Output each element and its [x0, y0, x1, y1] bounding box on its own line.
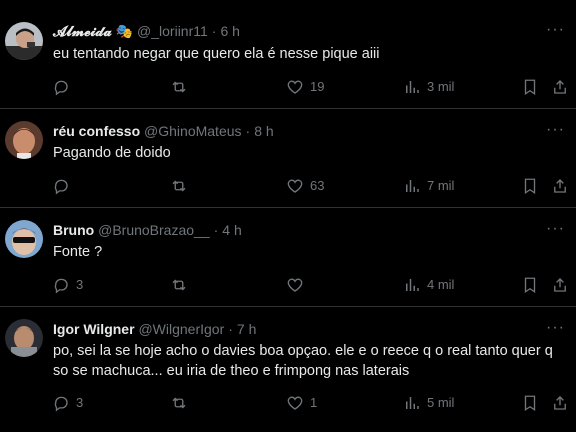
analytics-icon: [406, 180, 419, 192]
timestamp[interactable]: 6 h: [220, 23, 239, 39]
reply-button[interactable]: 3: [52, 393, 83, 413]
author-handle[interactable]: @WilgnerIgor: [138, 321, 224, 337]
retweet-icon: [172, 397, 186, 409]
views-count: 3 mil: [427, 79, 455, 94]
heart-icon: [287, 179, 303, 193]
reply-button[interactable]: [52, 176, 76, 196]
analytics-icon: [406, 397, 419, 409]
bookmark-icon: [524, 79, 536, 96]
like-count: 1: [310, 395, 318, 410]
views-count: 4 mil: [427, 277, 455, 292]
bookmark-button[interactable]: [521, 393, 539, 413]
author-name[interactable]: 𝓐𝓵𝓶𝓮𝓲𝓭𝓪 🎭: [53, 23, 133, 39]
bookmark-button[interactable]: [521, 176, 539, 196]
reply-icon: [54, 179, 68, 195]
analytics-icon: [406, 279, 419, 291]
views-count: 5 mil: [427, 395, 455, 410]
tweet-text: Fonte ?: [53, 244, 103, 260]
tweet-text: po, sei la se hoje acho o davies boa opç…: [53, 343, 553, 379]
retweet-icon: [172, 279, 186, 291]
share-icon: [554, 80, 566, 94]
more-options-icon[interactable]: ···: [546, 221, 564, 241]
retweet-button[interactable]: [170, 77, 188, 97]
tweet-actions: 3 1 5 mil: [0, 393, 576, 413]
more-options-icon[interactable]: ···: [546, 122, 564, 142]
avatar[interactable]: [5, 319, 43, 357]
avatar[interactable]: [5, 22, 43, 60]
author-name[interactable]: réu confesso: [53, 123, 140, 139]
avatar[interactable]: [5, 121, 43, 159]
reply-button[interactable]: 3: [52, 275, 83, 295]
share-button[interactable]: [551, 176, 569, 196]
bookmark-icon: [524, 395, 536, 412]
heart-icon: [287, 278, 303, 292]
share-button[interactable]: [551, 77, 569, 97]
share-icon: [554, 396, 566, 410]
timestamp[interactable]: 4 h: [222, 222, 241, 238]
tweet-actions: 3 4 mil: [0, 275, 576, 295]
tweet-header: 𝓐𝓵𝓶𝓮𝓲𝓭𝓪 🎭 @_loriinr11 · 6 h: [53, 22, 240, 40]
heart-icon: [287, 396, 303, 410]
more-options-icon[interactable]: ···: [546, 22, 564, 42]
retweet-icon: [172, 81, 186, 93]
tweet[interactable]: réu confesso @GhinoMateus · 8 h ··· Pagand…: [0, 109, 576, 208]
like-count: 19: [310, 79, 325, 94]
timestamp[interactable]: 7 h: [237, 321, 256, 337]
bookmark-icon: [524, 277, 536, 294]
views-button[interactable]: 3 mil: [403, 77, 454, 97]
tweet-header: réu confesso @GhinoMateus · 8 h: [53, 122, 274, 140]
like-button[interactable]: 1: [286, 393, 317, 413]
views-button[interactable]: 5 mil: [403, 393, 454, 413]
reply-feed: 𝓐𝓵𝓶𝓮𝓲𝓭𝓪 🎭 @_loriinr11 · 6 h ··· eu tentand…: [0, 0, 576, 432]
like-button[interactable]: 63: [286, 176, 324, 196]
tweet[interactable]: Bruno @BrunoBrazao__ · 4 h ··· Fonte ? 3 4…: [0, 208, 576, 307]
tweet-text: eu tentando negar que quero ela é nesse …: [53, 46, 380, 62]
tweet-text: Pagando de doido: [53, 145, 171, 161]
tweet-actions: 63 7 mil: [0, 176, 576, 196]
bookmark-button[interactable]: [521, 275, 539, 295]
reply-icon: [54, 278, 68, 294]
analytics-icon: [406, 81, 419, 93]
retweet-button[interactable]: [170, 275, 188, 295]
reply-count: 3: [76, 277, 84, 292]
like-button[interactable]: 19: [286, 77, 324, 97]
retweet-button[interactable]: [170, 393, 188, 413]
heart-icon: [287, 80, 303, 94]
share-button[interactable]: [551, 275, 569, 295]
separator-dot: ·: [211, 23, 217, 39]
tweet-actions: 19 3 mil: [0, 77, 576, 97]
separator-dot: ·: [228, 321, 233, 337]
more-options-icon[interactable]: ···: [546, 320, 564, 340]
retweet-icon: [172, 180, 186, 192]
share-button[interactable]: [551, 393, 569, 413]
author-name[interactable]: Igor Wilgner: [53, 321, 135, 337]
share-icon: [554, 278, 566, 292]
tweet[interactable]: Igor Wilgner @WilgnerIgor · 7 h ··· po, se…: [0, 307, 576, 432]
bookmark-icon: [524, 178, 536, 195]
author-name[interactable]: Bruno: [53, 222, 94, 238]
like-button[interactable]: [286, 275, 310, 295]
views-button[interactable]: 4 mil: [403, 275, 454, 295]
bookmark-button[interactable]: [521, 77, 539, 97]
tweet[interactable]: 𝓐𝓵𝓶𝓮𝓲𝓭𝓪 🎭 @_loriinr11 · 6 h ··· eu tentand…: [0, 0, 576, 109]
retweet-button[interactable]: [170, 176, 188, 196]
reply-icon: [54, 80, 68, 96]
like-count: 63: [310, 178, 325, 193]
tweet-header: Igor Wilgner @WilgnerIgor · 7 h: [53, 320, 256, 338]
separator-dot: ·: [245, 123, 251, 139]
author-handle[interactable]: @GhinoMateus: [144, 123, 241, 139]
timestamp[interactable]: 8 h: [254, 123, 273, 139]
share-icon: [554, 179, 566, 193]
author-handle[interactable]: @_loriinr11: [137, 23, 208, 39]
separator-dot: ·: [213, 222, 219, 238]
views-button[interactable]: 7 mil: [403, 176, 454, 196]
reply-button[interactable]: [52, 77, 76, 97]
views-count: 7 mil: [427, 178, 455, 193]
reply-icon: [54, 396, 68, 412]
reply-count: 3: [76, 395, 84, 410]
avatar[interactable]: [5, 220, 43, 258]
tweet-header: Bruno @BrunoBrazao__ · 4 h: [53, 221, 242, 239]
author-handle[interactable]: @BrunoBrazao__: [98, 222, 210, 238]
